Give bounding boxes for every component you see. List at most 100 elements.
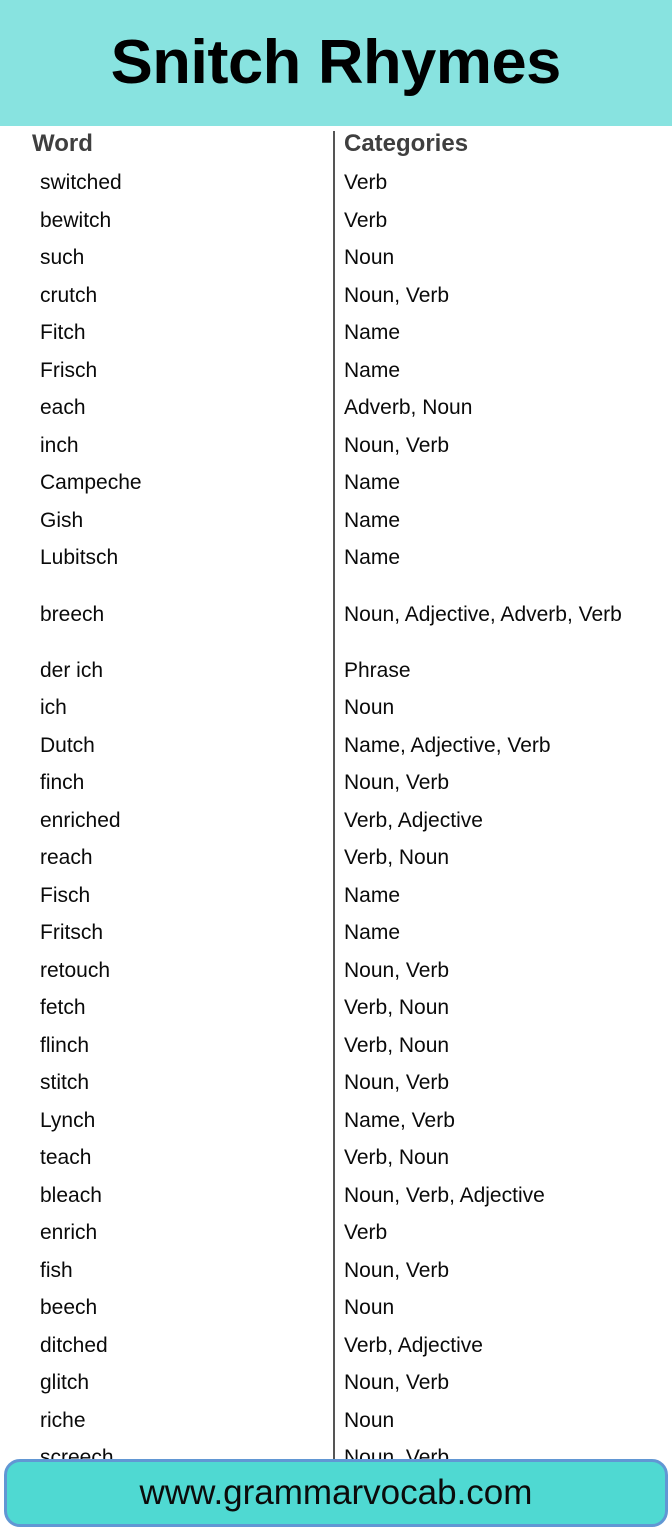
table-row: Dutch Name, Adjective, Verb bbox=[0, 727, 672, 765]
cell-categories: Name bbox=[344, 921, 401, 945]
column-header-word: Word bbox=[32, 130, 93, 157]
cell-word: riche bbox=[40, 1408, 86, 1432]
table-row: reach Verb, Noun bbox=[0, 839, 672, 877]
table-row: Lynch Name, Verb bbox=[0, 1102, 672, 1140]
cell-word: enriched bbox=[40, 808, 121, 832]
table-row: breech Noun, Adjective, Adverb, Verb bbox=[0, 577, 672, 652]
table-row: teach Verb, Noun bbox=[0, 1139, 672, 1177]
table-row: bleach Noun, Verb, Adjective bbox=[0, 1177, 672, 1215]
cell-word: retouch bbox=[40, 958, 111, 982]
table-row: switched Verb bbox=[0, 164, 672, 202]
cell-categories: Noun, Adjective, Adverb, Verb bbox=[344, 602, 622, 626]
table-row: bewitch Verb bbox=[0, 202, 672, 240]
cell-categories: Noun, Verb bbox=[344, 283, 450, 307]
table-row: flinch Verb, Noun bbox=[0, 1027, 672, 1065]
cell-categories: Noun bbox=[344, 1296, 395, 1320]
table-row: der ich Phrase bbox=[0, 652, 672, 690]
cell-categories: Verb, Noun bbox=[344, 1033, 450, 1057]
table-row: stitch Noun, Verb bbox=[0, 1064, 672, 1102]
table-row: inch Noun, Verb bbox=[0, 427, 672, 465]
cell-word: ich bbox=[40, 696, 67, 720]
cell-word: Frisch bbox=[40, 358, 98, 382]
cell-categories: Noun, Verb bbox=[344, 1258, 450, 1282]
cell-categories: Name bbox=[344, 546, 401, 570]
cell-word: bleach bbox=[40, 1183, 102, 1207]
cell-word: inch bbox=[40, 433, 79, 457]
table-row: retouch Noun, Verb bbox=[0, 952, 672, 990]
cell-categories: Verb, Adjective bbox=[344, 1333, 483, 1357]
table-body: switched Verb bewitch Verb such Noun crutch Nou… bbox=[0, 164, 672, 1477]
cell-word: Lubitsch bbox=[40, 546, 119, 570]
column-header-categories: Categories bbox=[344, 130, 469, 157]
cell-categories: Name bbox=[344, 321, 401, 345]
cell-word: finch bbox=[40, 771, 85, 795]
cell-word: Campeche bbox=[40, 471, 142, 495]
cell-word: reach bbox=[40, 846, 93, 870]
cell-word: teach bbox=[40, 1146, 92, 1170]
table-row: Fritsch Name bbox=[0, 914, 672, 952]
footer-bar: www.grammarvocab.com bbox=[4, 1459, 668, 1527]
cell-categories: Verb bbox=[344, 1221, 388, 1245]
table-row: Gish Name bbox=[0, 502, 672, 540]
table-row: such Noun bbox=[0, 239, 672, 277]
table-row: crutch Noun, Verb bbox=[0, 277, 672, 315]
table-row: finch Noun, Verb bbox=[0, 764, 672, 802]
cell-categories: Verb, Noun bbox=[344, 1146, 450, 1170]
table-row: Campeche Name bbox=[0, 464, 672, 502]
cell-word: Fritsch bbox=[40, 921, 103, 945]
cell-word: Fitch bbox=[40, 321, 86, 345]
cell-categories: Phrase bbox=[344, 658, 411, 682]
cell-categories: Adverb, Noun bbox=[344, 396, 473, 420]
cell-categories: Verb, Noun bbox=[344, 996, 450, 1020]
table-row: enriched Verb, Adjective bbox=[0, 802, 672, 840]
cell-word: enrich bbox=[40, 1221, 98, 1245]
column-divider bbox=[333, 131, 335, 1491]
cell-word: Dutch bbox=[40, 733, 95, 757]
table-header: Word Categories bbox=[0, 126, 672, 164]
rhymes-table-container: Word Categories switched Verb bewitch Verb s… bbox=[0, 126, 672, 1536]
cell-categories: Verb, Noun bbox=[344, 846, 450, 870]
cell-word: bewitch bbox=[40, 208, 112, 232]
table-row: Lubitsch Name bbox=[0, 539, 672, 577]
cell-word: fish bbox=[40, 1258, 73, 1282]
cell-word: stitch bbox=[40, 1071, 90, 1095]
cell-categories: Name bbox=[344, 883, 401, 907]
cell-word: Lynch bbox=[40, 1108, 96, 1132]
cell-word: Gish bbox=[40, 508, 84, 532]
table-header-row: Word Categories bbox=[0, 126, 672, 164]
table-row: ditched Verb, Adjective bbox=[0, 1327, 672, 1365]
cell-categories: Noun, Verb bbox=[344, 958, 450, 982]
cell-categories: Noun, Verb bbox=[344, 1371, 450, 1395]
cell-categories: Name bbox=[344, 508, 401, 532]
cell-categories: Noun, Verb bbox=[344, 1071, 450, 1095]
table-row: each Adverb, Noun bbox=[0, 389, 672, 427]
cell-categories: Name, Verb bbox=[344, 1108, 455, 1132]
cell-categories: Noun bbox=[344, 696, 395, 720]
cell-categories: Noun bbox=[344, 1408, 395, 1432]
cell-categories: Noun, Verb bbox=[344, 433, 450, 457]
cell-word: such bbox=[40, 246, 85, 270]
cell-word: each bbox=[40, 396, 86, 420]
table-row: glitch Noun, Verb bbox=[0, 1364, 672, 1402]
cell-categories: Verb, Adjective bbox=[344, 808, 483, 832]
table-row: ich Noun bbox=[0, 689, 672, 727]
cell-categories: Name bbox=[344, 471, 401, 495]
rhymes-table: Word Categories switched Verb bewitch Verb s… bbox=[0, 126, 672, 1477]
footer-website-url: www.grammarvocab.com bbox=[139, 1473, 533, 1512]
cell-word: beech bbox=[40, 1296, 98, 1320]
cell-categories: Verb bbox=[344, 208, 388, 232]
table-row: Fitch Name bbox=[0, 314, 672, 352]
cell-word: der ich bbox=[40, 658, 104, 682]
table-row: Fisch Name bbox=[0, 877, 672, 915]
cell-word: switched bbox=[40, 171, 122, 195]
table-row: enrich Verb bbox=[0, 1214, 672, 1252]
cell-word: ditched bbox=[40, 1333, 108, 1357]
cell-categories: Noun, Verb bbox=[344, 771, 450, 795]
cell-categories: Name bbox=[344, 358, 401, 382]
cell-word: Fisch bbox=[40, 883, 91, 907]
cell-word: fetch bbox=[40, 996, 86, 1020]
table-row: beech Noun bbox=[0, 1289, 672, 1327]
table-row: fetch Verb, Noun bbox=[0, 989, 672, 1027]
table-row: fish Noun, Verb bbox=[0, 1252, 672, 1290]
table-row: Frisch Name bbox=[0, 352, 672, 390]
